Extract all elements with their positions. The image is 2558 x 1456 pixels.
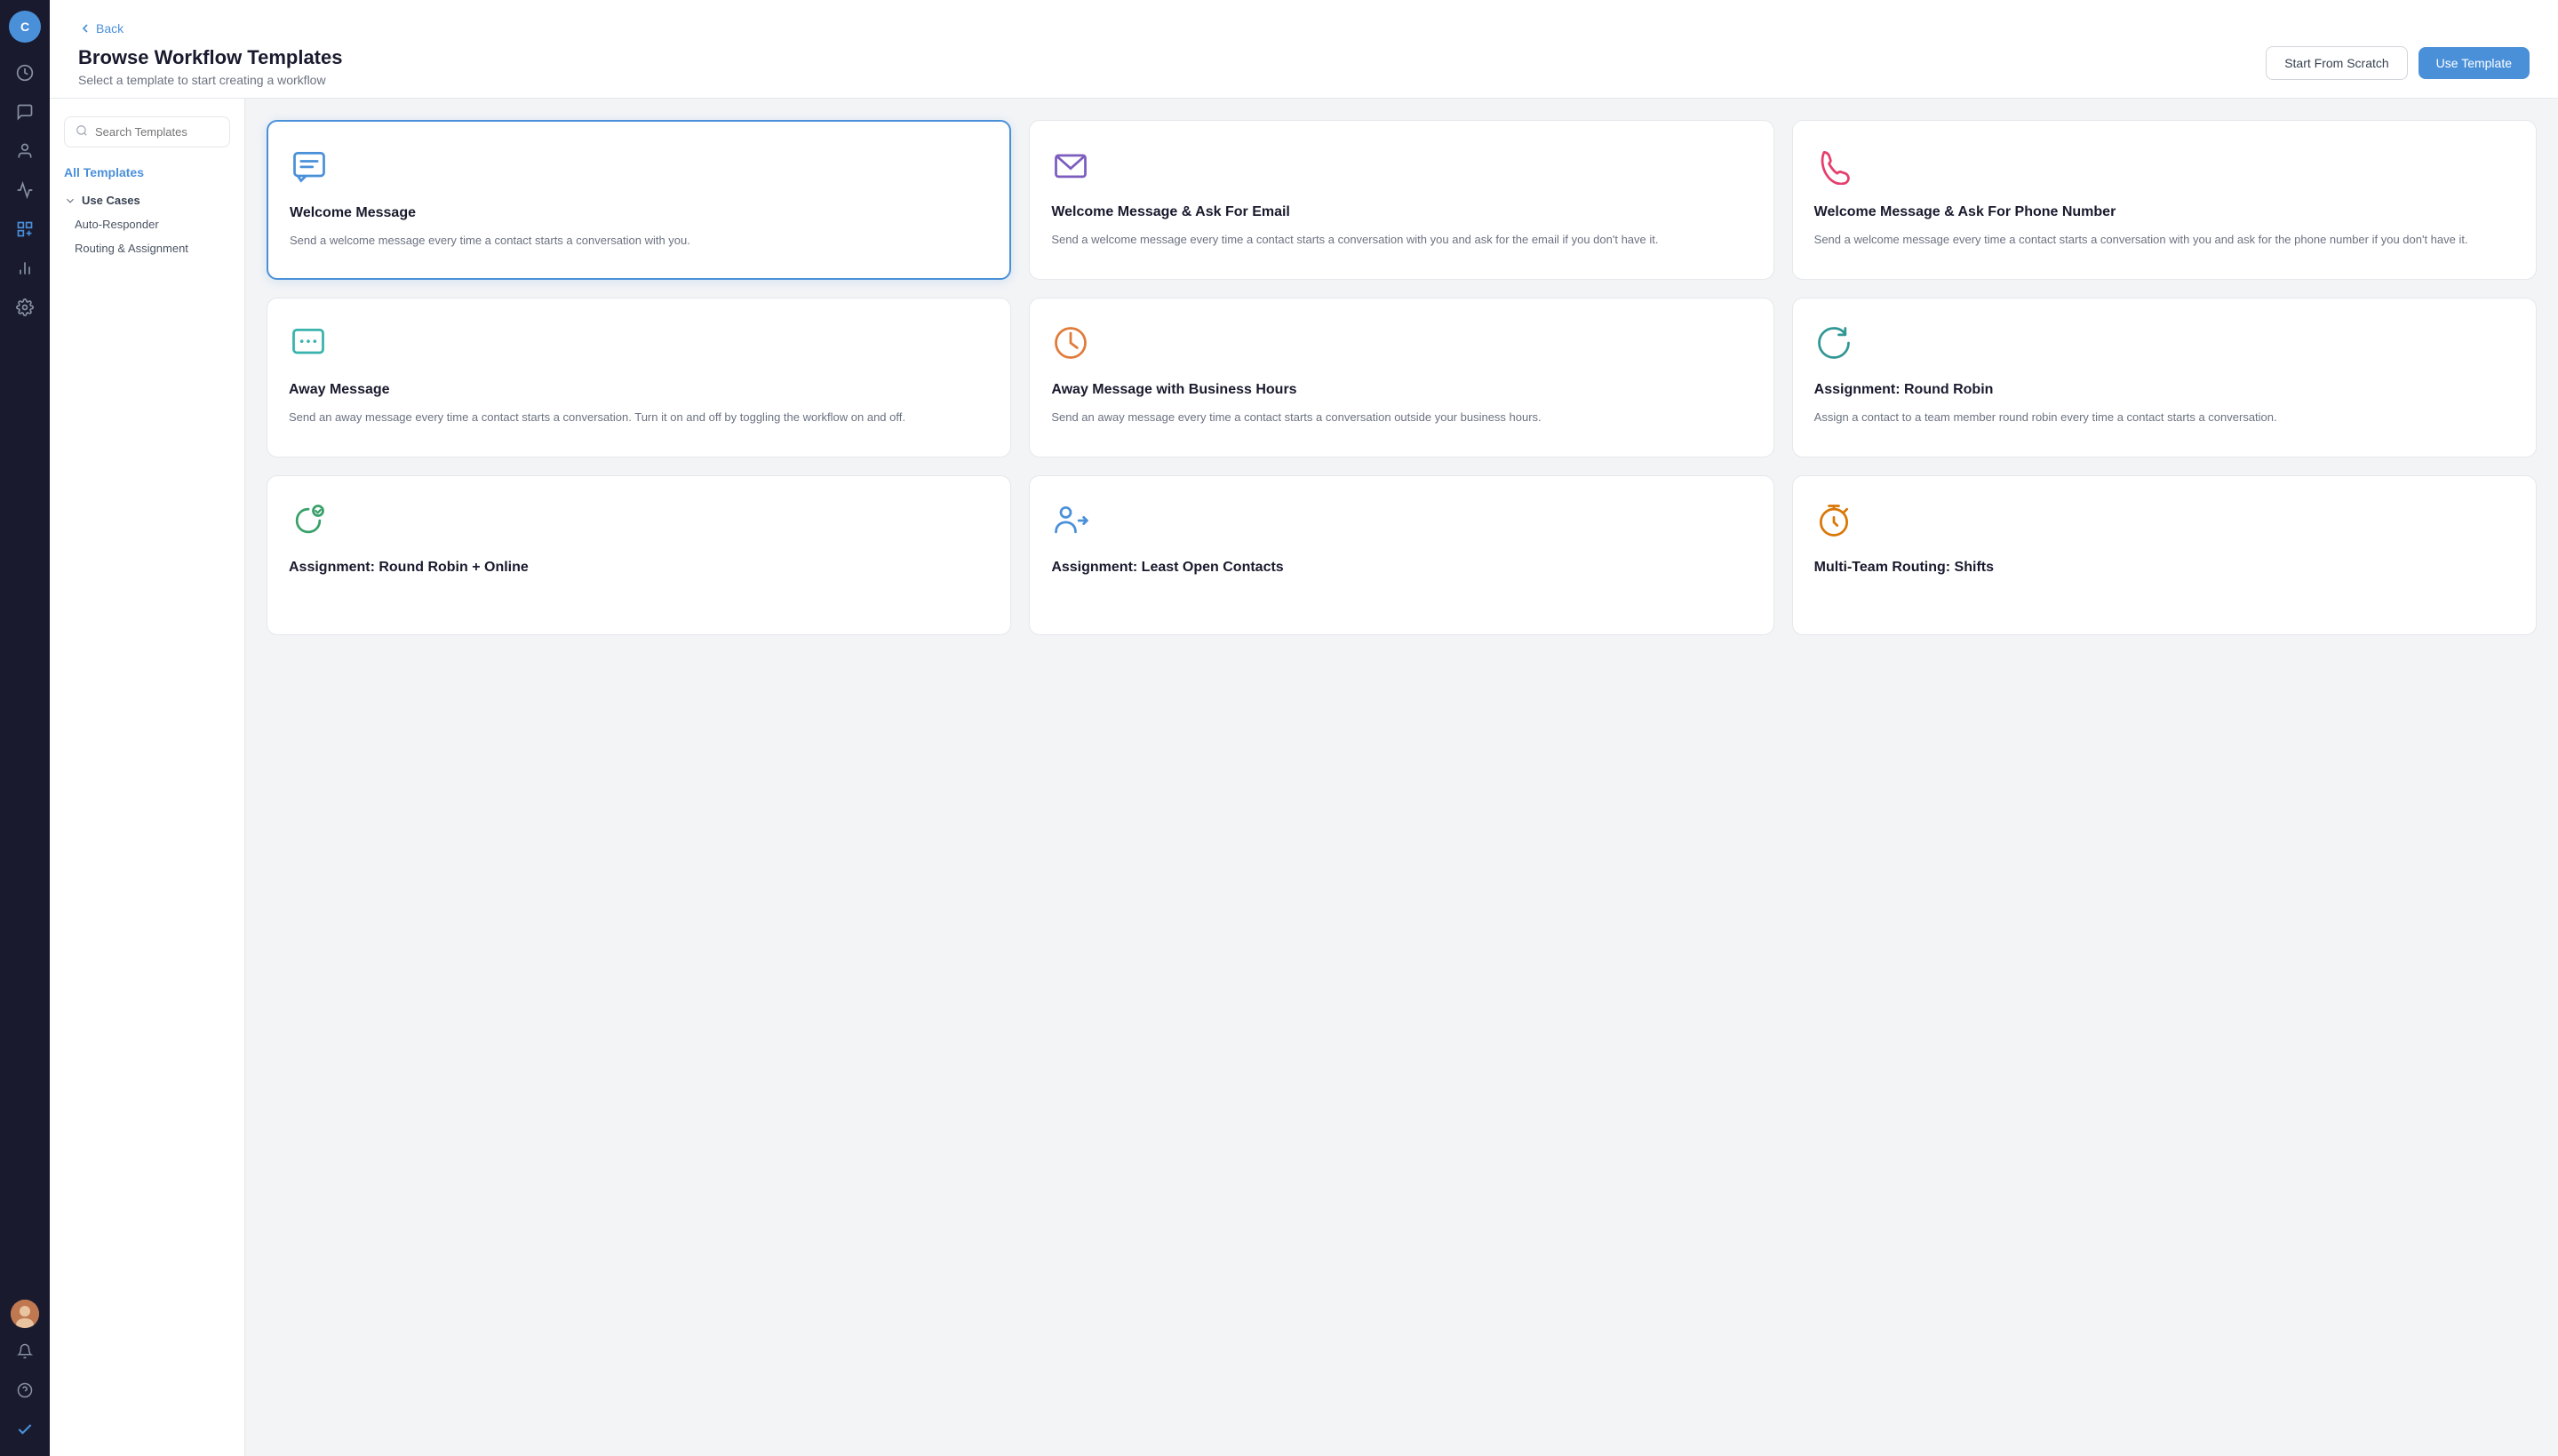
template-card-multi-team[interactable]: Multi-Team Routing: Shifts xyxy=(1792,475,2537,635)
body-area: All Templates Use Cases Auto-Responder R… xyxy=(50,99,2558,1456)
card-desc-welcome-message: Send a welcome message every time a cont… xyxy=(290,232,988,250)
card-icon-least-open xyxy=(1051,501,1751,559)
page-header: Back Browse Workflow Templates Select a … xyxy=(50,0,2558,99)
card-desc-welcome-email: Send a welcome message every time a cont… xyxy=(1051,231,1751,249)
card-title-least-open: Assignment: Least Open Contacts xyxy=(1051,559,1751,577)
reports-icon[interactable] xyxy=(9,252,41,284)
card-desc-away-business-hours: Send an away message every time a contac… xyxy=(1051,409,1751,426)
card-icon-welcome-phone xyxy=(1814,146,2514,203)
template-card-round-robin[interactable]: Assignment: Round Robin Assign a contact… xyxy=(1792,298,2537,457)
card-icon-welcome-email xyxy=(1051,146,1751,203)
search-box[interactable] xyxy=(64,116,230,147)
sidebar-item-routing-assignment[interactable]: Routing & Assignment xyxy=(75,240,230,257)
user-avatar[interactable] xyxy=(11,1300,39,1328)
sidebar-use-cases-header[interactable]: Use Cases xyxy=(64,194,230,207)
start-from-scratch-button[interactable]: Start From Scratch xyxy=(2266,46,2407,80)
card-title-away-message: Away Message xyxy=(289,381,989,400)
left-navigation: C xyxy=(0,0,50,1456)
card-icon-away-message xyxy=(289,323,989,381)
header-actions: Start From Scratch Use Template xyxy=(2266,46,2530,80)
card-icon-round-robin-online xyxy=(289,501,989,559)
card-title-multi-team: Multi-Team Routing: Shifts xyxy=(1814,559,2514,577)
status-icon[interactable] xyxy=(9,1413,41,1445)
template-card-welcome-email[interactable]: Welcome Message & Ask For Email Send a w… xyxy=(1029,120,1773,280)
sidebar-items: Auto-Responder Routing & Assignment xyxy=(64,216,230,257)
sidebar-item-auto-responder[interactable]: Auto-Responder xyxy=(75,216,230,233)
search-input[interactable] xyxy=(95,125,219,139)
workflows-icon[interactable] xyxy=(9,213,41,245)
card-title-welcome-email: Welcome Message & Ask For Email xyxy=(1051,203,1751,222)
template-card-away-message[interactable]: Away Message Send an away message every … xyxy=(267,298,1011,457)
template-card-welcome-phone[interactable]: Welcome Message & Ask For Phone Number S… xyxy=(1792,120,2537,280)
templates-area: Welcome Message Send a welcome message e… xyxy=(245,99,2558,1456)
card-title-away-business-hours: Away Message with Business Hours xyxy=(1051,381,1751,400)
use-cases-label: Use Cases xyxy=(82,194,140,207)
campaigns-icon[interactable] xyxy=(9,174,41,206)
page-subtitle: Select a template to start creating a wo… xyxy=(78,73,342,87)
card-icon-multi-team xyxy=(1814,501,2514,559)
dashboard-icon[interactable] xyxy=(9,57,41,89)
search-icon xyxy=(76,124,88,139)
page-title: Browse Workflow Templates xyxy=(78,46,342,69)
back-label: Back xyxy=(96,21,124,36)
card-icon-away-business-hours xyxy=(1051,323,1751,381)
template-card-welcome-message[interactable]: Welcome Message Send a welcome message e… xyxy=(267,120,1011,280)
card-desc-round-robin: Assign a contact to a team member round … xyxy=(1814,409,2514,426)
template-card-away-business-hours[interactable]: Away Message with Business Hours Send an… xyxy=(1029,298,1773,457)
card-icon-welcome-message xyxy=(290,147,988,204)
card-title-round-robin: Assignment: Round Robin xyxy=(1814,381,2514,400)
notifications-icon[interactable] xyxy=(9,1335,41,1367)
template-card-least-open[interactable]: Assignment: Least Open Contacts xyxy=(1029,475,1773,635)
conversations-icon[interactable] xyxy=(9,96,41,128)
use-template-button[interactable]: Use Template xyxy=(2419,47,2530,79)
sidebar-all-templates[interactable]: All Templates xyxy=(64,165,230,179)
card-icon-round-robin xyxy=(1814,323,2514,381)
sidebar: All Templates Use Cases Auto-Responder R… xyxy=(50,99,245,1456)
templates-grid: Welcome Message Send a welcome message e… xyxy=(267,120,2537,635)
settings-icon[interactable] xyxy=(9,291,41,323)
org-avatar[interactable]: C xyxy=(9,11,41,43)
main-content: Back Browse Workflow Templates Select a … xyxy=(50,0,2558,1456)
card-title-welcome-message: Welcome Message xyxy=(290,204,988,223)
card-title-welcome-phone: Welcome Message & Ask For Phone Number xyxy=(1814,203,2514,222)
help-icon[interactable] xyxy=(9,1374,41,1406)
contacts-icon[interactable] xyxy=(9,135,41,167)
card-title-round-robin-online: Assignment: Round Robin + Online xyxy=(289,559,989,577)
card-desc-welcome-phone: Send a welcome message every time a cont… xyxy=(1814,231,2514,249)
card-desc-away-message: Send an away message every time a contac… xyxy=(289,409,989,426)
template-card-round-robin-online[interactable]: Assignment: Round Robin + Online xyxy=(267,475,1011,635)
back-button[interactable]: Back xyxy=(78,21,2530,36)
